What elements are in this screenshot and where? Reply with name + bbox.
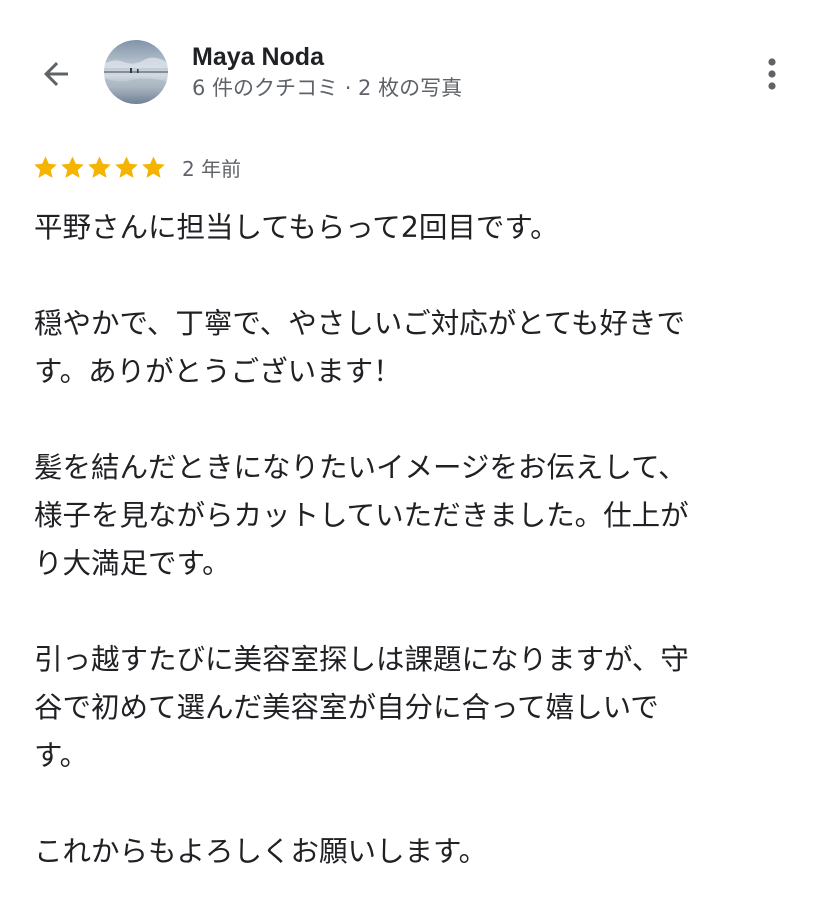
review-paragraph: 引っ越すたびに美容室探しは課題になりますが、守 谷で初めて選んだ美容室が自分に合っ…: [34, 636, 794, 780]
review-line: 髪を結んだときになりたいイメージをお伝えして、: [34, 451, 687, 484]
review-line: 様子を見ながらカットしていただきました。仕上が: [34, 499, 689, 532]
review-line: 穏やかで、丁寧で、やさしいご対応がとても好きで: [34, 307, 685, 340]
review-line: す。: [34, 739, 89, 772]
more-options-button[interactable]: [752, 50, 792, 98]
review-header: Maya Noda 6 件のクチコミ · 2 枚の写真: [0, 0, 828, 140]
star-icon: [61, 155, 84, 178]
arrow-back-icon: [44, 62, 68, 86]
star-icon: [142, 155, 165, 178]
rating-row: 2 年前: [32, 150, 241, 184]
review-line: す。ありがとうございます！: [34, 355, 402, 388]
back-button[interactable]: [28, 50, 84, 98]
review-paragraph: 平野さんに担当してもらって2回目です。: [34, 204, 794, 252]
review-date: 2 年前: [182, 156, 242, 181]
review-paragraph: 髪を結んだときになりたいイメージをお伝えして、 様子を見ながらカットしていただきま…: [34, 444, 794, 588]
star-icon: [115, 155, 138, 178]
review-line: 谷で初めて選んだ美容室が自分に合って嬉しいで: [34, 691, 659, 724]
review-line: 引っ越すたびに美容室探しは課題になりますが、守: [34, 643, 689, 676]
review-paragraph: 穏やかで、丁寧で、やさしいご対応がとても好きで す。ありがとうございます！: [34, 300, 794, 396]
more-vertical-icon: [768, 58, 776, 90]
review-text: 平野さんに担当してもらって2回目です。穏やかで、丁寧で、やさしいご対応がとても好…: [34, 204, 794, 876]
avatar-photo: [104, 40, 168, 104]
review-detail-screen: Maya Noda 6 件のクチコミ · 2 枚の写真 2 年前 平野さんに担当…: [0, 0, 828, 902]
star-rating: [32, 154, 167, 181]
review-paragraph: これからもよろしくお願いします。: [34, 828, 794, 876]
review-line: り大満足です。: [34, 547, 231, 580]
review-line: 平野さんに担当してもらって2回目です。: [34, 211, 559, 244]
star-icon: [34, 155, 57, 178]
reviewer-meta: 6 件のクチコミ · 2 枚の写真: [192, 76, 463, 100]
reviewer-name[interactable]: Maya Noda: [192, 42, 324, 72]
star-icon: [88, 155, 111, 178]
avatar[interactable]: [104, 40, 168, 104]
review-line: これからもよろしくお願いします。: [34, 835, 488, 868]
